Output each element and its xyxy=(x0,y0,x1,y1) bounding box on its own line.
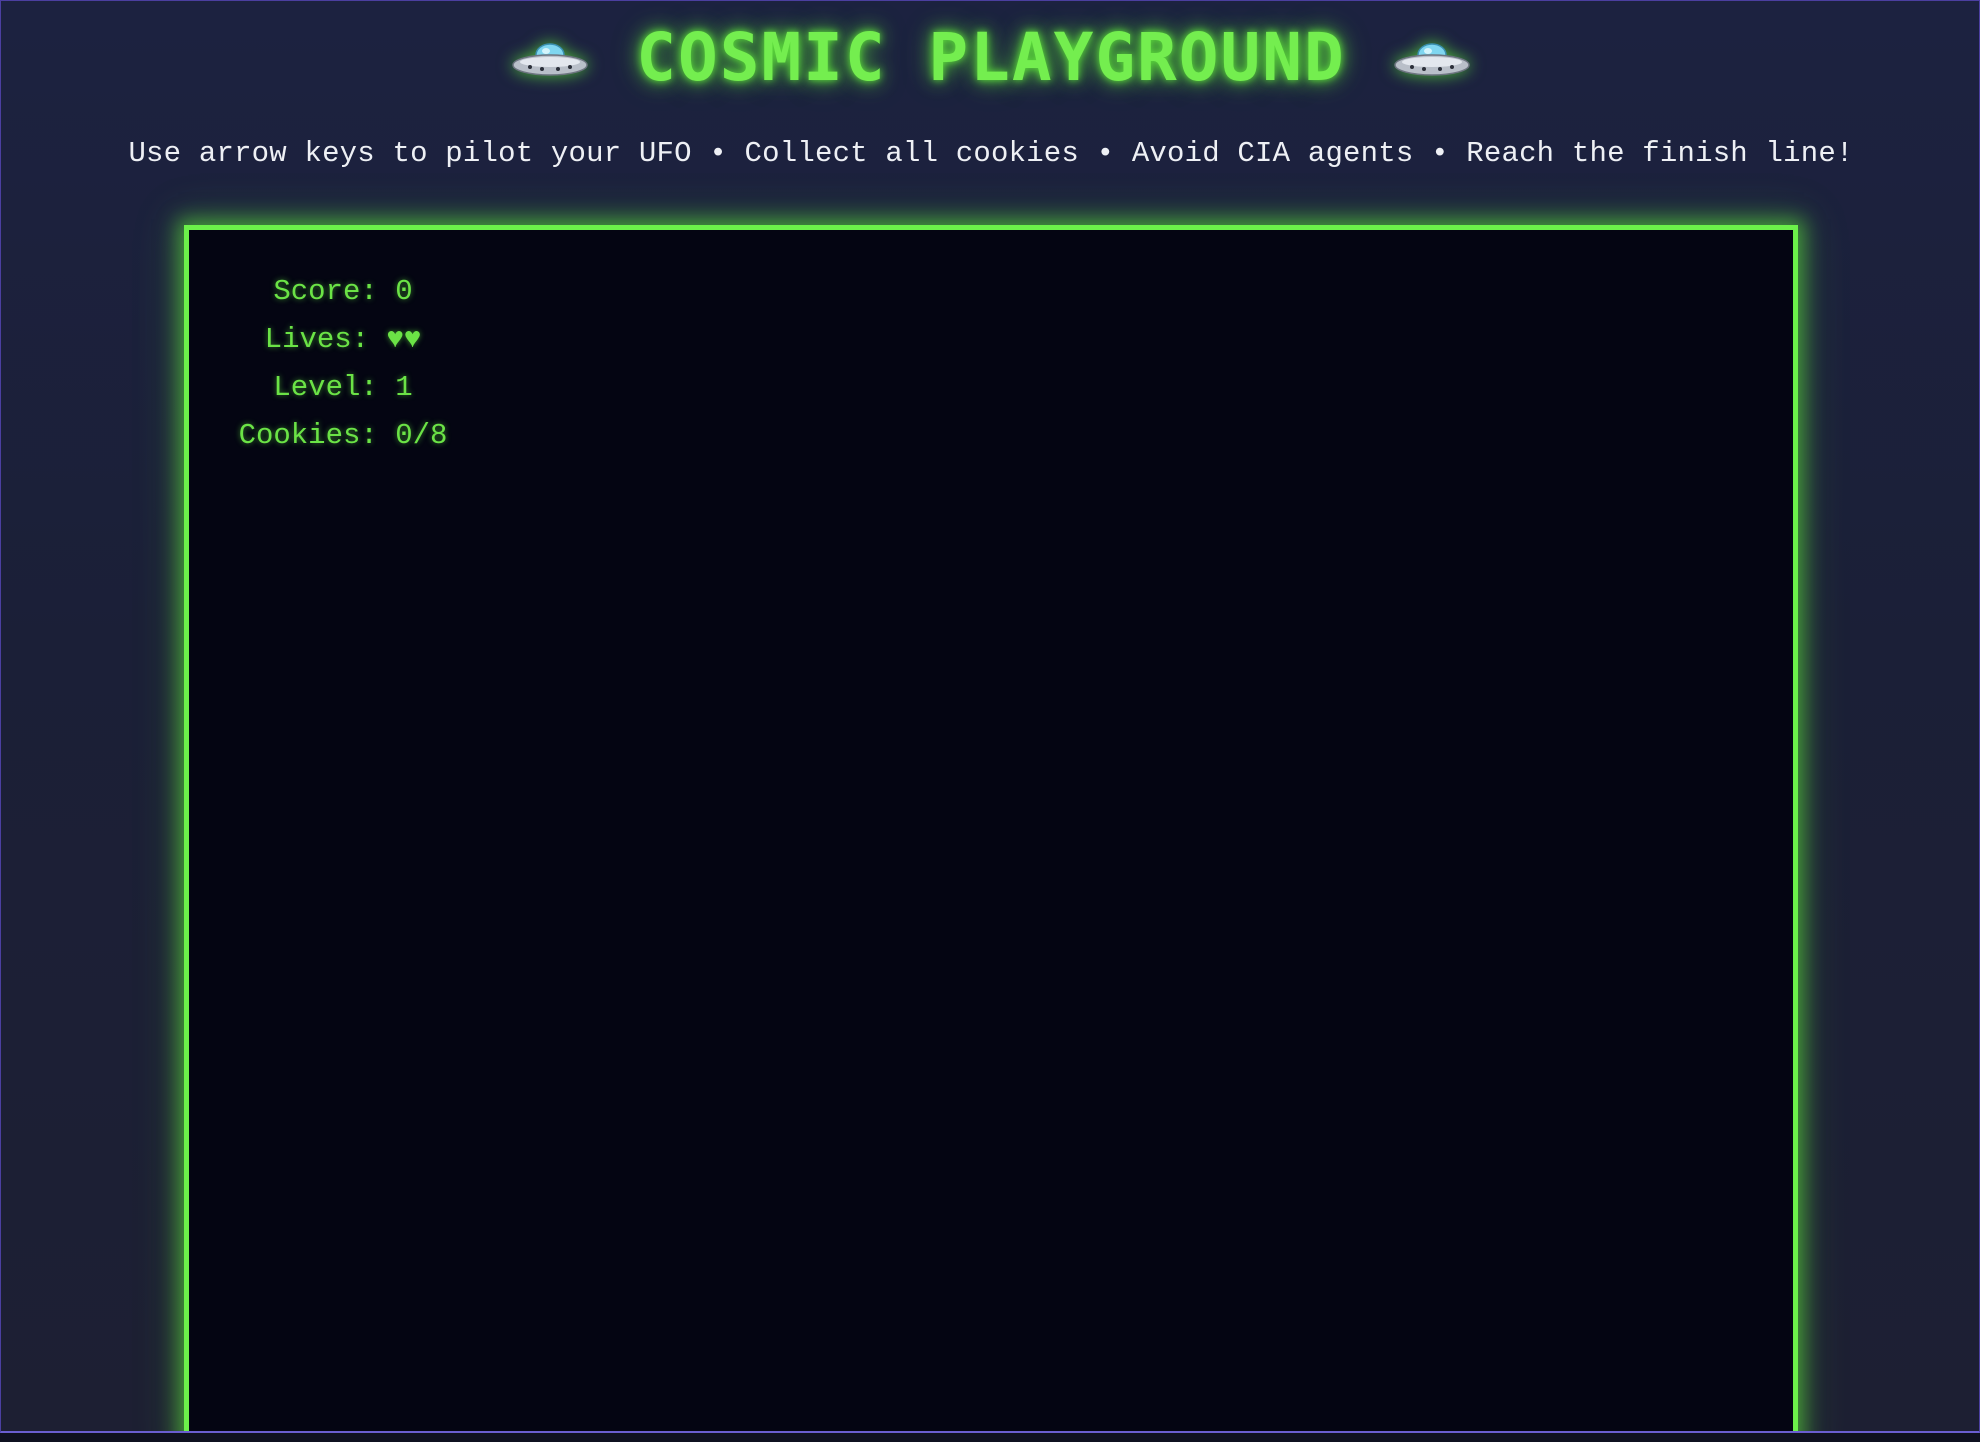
title-row: COSMIC PLAYGROUND xyxy=(1,15,1979,101)
cookies-value: 0/8 xyxy=(395,419,448,452)
hud-level: Level: 1 xyxy=(223,364,463,412)
game-page: COSMIC PLAYGROUND Use arrow keys to pilo… xyxy=(0,0,1980,1433)
game-title: COSMIC PLAYGROUND xyxy=(636,19,1346,96)
cookies-label: Cookies: xyxy=(238,419,396,452)
hud-score: Score: 0 xyxy=(223,268,463,316)
instructions-text: Use arrow keys to pilot your UFO • Colle… xyxy=(128,137,1854,170)
hud-lives: Lives: ♥♥ xyxy=(223,316,463,364)
level-value: 1 xyxy=(395,371,413,404)
level-label: Level: xyxy=(273,371,396,404)
hud-panel: Score: 0 Lives: ♥♥ Level: 1 Cookies: 0/8 xyxy=(223,268,463,460)
game-canvas[interactable]: Score: 0 Lives: ♥♥ Level: 1 Cookies: 0/8 xyxy=(184,225,1798,1431)
lives-value: ♥♥ xyxy=(386,323,422,356)
ufo-icon xyxy=(512,43,588,76)
ufo-icon xyxy=(1394,43,1470,76)
hud-cookies: Cookies: 0/8 xyxy=(223,412,463,460)
score-label: Score: xyxy=(273,275,396,308)
score-value: 0 xyxy=(395,275,413,308)
lives-label: Lives: xyxy=(264,323,387,356)
